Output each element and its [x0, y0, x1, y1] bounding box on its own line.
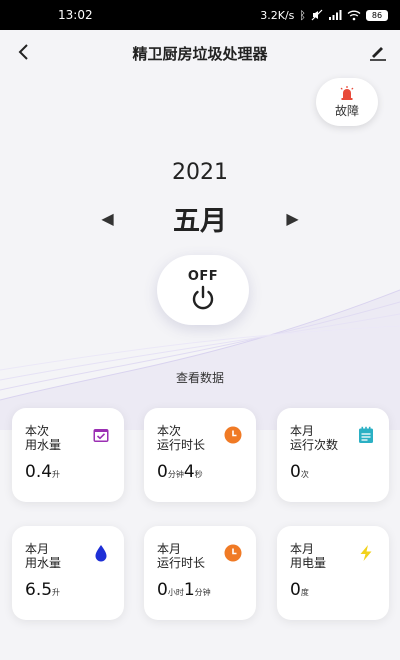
stat-name: 本次 运行时长: [157, 424, 206, 452]
lightning-icon: [360, 545, 372, 561]
bluetooth-icon: ᛒ: [299, 8, 306, 22]
signal-icon: [329, 10, 342, 20]
stat-name: 本月 运行时长: [157, 542, 206, 570]
fault-button[interactable]: 故障: [316, 78, 378, 126]
page-title: 精卫厨房垃圾处理器: [132, 44, 268, 63]
view-data-heading: 查看数据: [175, 371, 224, 385]
stat-card-month-runtime[interactable]: 本月 运行时长 0小时1分钟: [144, 526, 256, 620]
stat-value: 0度: [290, 580, 309, 600]
stat-name: 本月 用电量: [290, 542, 327, 570]
stat-value: 6.5升: [25, 580, 61, 600]
clock-icon: [224, 544, 242, 562]
stat-value: 0分钟4秒: [157, 462, 203, 482]
status-right: 3.2K/s ᛒ 86: [260, 9, 388, 22]
power-state-label: OFF: [187, 268, 219, 284]
stat-card-session-runtime[interactable]: 本次 运行时长 0分钟4秒: [144, 408, 256, 502]
app-header: 精卫厨房垃圾处理器: [0, 30, 400, 76]
month-selector: ◀ 五月 ▶: [0, 198, 400, 238]
network-speed: 3.2K/s: [260, 8, 295, 22]
calendar-check-icon: [93, 429, 109, 442]
stat-value: 0次: [290, 462, 309, 482]
pencil-icon: [370, 47, 386, 61]
water-drop-icon: [95, 545, 107, 562]
alarm-light-icon: [340, 85, 354, 100]
stat-value: 0.4升: [25, 462, 61, 482]
edit-button[interactable]: [368, 42, 388, 62]
chevron-left-icon: [18, 44, 28, 60]
notepad-icon: [359, 426, 373, 443]
battery-icon: 86: [366, 9, 388, 21]
stat-card-month-water[interactable]: 本月 用水量 6.5升: [12, 526, 124, 620]
power-button[interactable]: OFF: [157, 255, 249, 325]
clock-icon: [224, 426, 242, 444]
back-button[interactable]: [12, 40, 36, 64]
mute-icon: [311, 9, 323, 21]
month-label: 五月: [173, 205, 227, 237]
status-bar: 13:02 3.2K/s ᛒ 86: [0, 0, 400, 30]
stat-name: 本月 用水量: [25, 542, 62, 570]
prev-month-button[interactable]: ◀: [88, 209, 128, 228]
wifi-icon: [347, 10, 361, 21]
stat-card-month-runs[interactable]: 本月 运行次数 0次: [277, 408, 389, 502]
stat-card-month-power[interactable]: 本月 用电量 0度: [277, 526, 389, 620]
year-label: 2021: [172, 160, 228, 185]
stat-value: 0小时1分钟: [157, 580, 211, 600]
power-icon: [192, 285, 214, 309]
fault-label: 故障: [334, 103, 359, 118]
status-time: 13:02: [58, 8, 93, 22]
next-month-button[interactable]: ▶: [273, 209, 313, 228]
stat-name: 本月 运行次数: [290, 424, 339, 452]
stat-card-session-water[interactable]: 本次 用水量 0.4升: [12, 408, 124, 502]
stat-name: 本次 用水量: [25, 424, 62, 452]
